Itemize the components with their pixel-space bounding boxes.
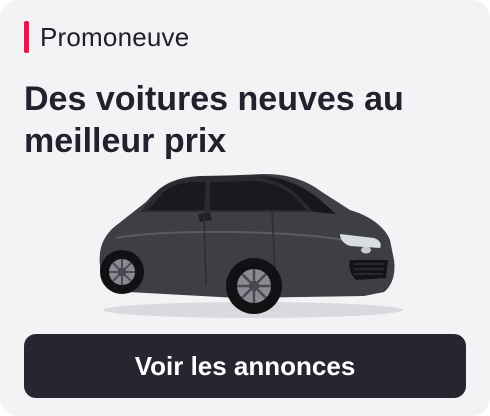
view-listings-button[interactable]: Voir les annonces [24, 334, 466, 398]
ad-card[interactable]: Promoneuve Des voitures neuves au meille… [0, 0, 490, 416]
brand-name: Promoneuve [40, 21, 190, 52]
brand-accent-bar [24, 21, 29, 53]
headline: Des voitures neuves au meilleur prix [24, 80, 404, 160]
car-icon [99, 174, 403, 318]
brand-header: Promoneuve [24, 20, 189, 54]
